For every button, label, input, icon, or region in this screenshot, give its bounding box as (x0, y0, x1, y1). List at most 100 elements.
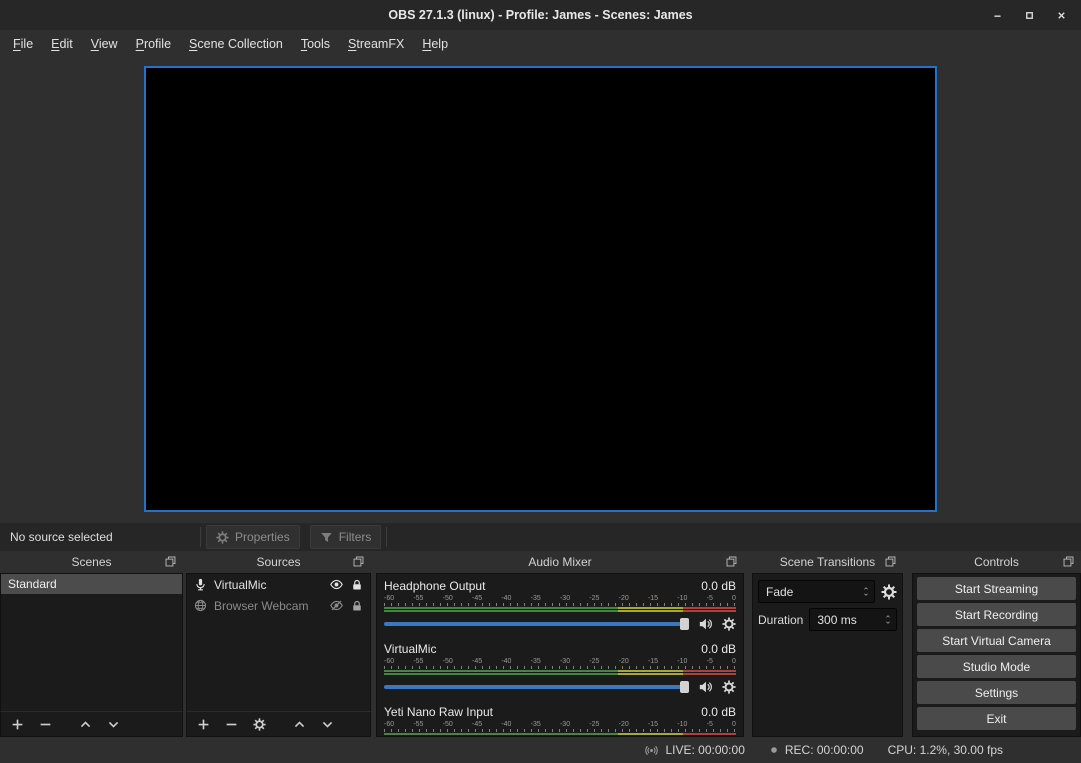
meter-scale-labels: -60-55-50-45-40-35-30-25-20-15-10-50 (384, 657, 736, 666)
volume-slider[interactable] (384, 617, 689, 631)
transition-selected-value: Fade (759, 585, 858, 599)
source-item-browser-webcam[interactable]: Browser Webcam (187, 595, 370, 616)
controls-title: Controls (974, 555, 1019, 569)
dock-float-icon[interactable] (1063, 556, 1074, 567)
volume-slider[interactable] (384, 680, 689, 694)
live-time: LIVE: 00:00:00 (665, 743, 744, 757)
remove-source-icon[interactable] (225, 718, 238, 731)
duration-spinner[interactable] (880, 614, 896, 625)
dock-float-icon[interactable] (353, 556, 364, 567)
volume-slider-handle[interactable] (680, 681, 689, 693)
lock-icon[interactable] (351, 600, 363, 612)
source-label: VirtualMic (214, 578, 266, 592)
dock-float-icon[interactable] (165, 556, 176, 567)
rec-status: REC: 00:00:00 (769, 743, 864, 757)
menu-help[interactable]: Help (413, 33, 457, 55)
move-source-up-icon[interactable] (293, 718, 306, 731)
gear-icon[interactable] (722, 680, 736, 694)
dock-float-icon[interactable] (726, 556, 737, 567)
channel-level-db: 0.0 dB (701, 642, 736, 656)
close-icon[interactable] (1056, 10, 1067, 21)
menu-profile[interactable]: Profile (127, 33, 180, 55)
menu-streamfx[interactable]: StreamFX (339, 33, 413, 55)
scenes-list: Standard (0, 573, 183, 711)
start-virtual-camera-button[interactable]: Start Virtual Camera (917, 629, 1076, 652)
controls-panel: Controls Start Streaming Start Recording… (912, 551, 1081, 737)
duration-spinbox[interactable]: 300 ms (809, 608, 897, 631)
sources-panel: Sources VirtualMic Browser Webcam (186, 551, 371, 737)
source-properties-gear-icon[interactable] (253, 718, 266, 731)
channel-name: VirtualMic (384, 642, 436, 656)
add-scene-icon[interactable] (11, 718, 24, 731)
sources-list: VirtualMic Browser Webcam (186, 573, 371, 711)
source-toolbar: No source selected Properties Filters (0, 523, 1081, 551)
source-item-virtualmic[interactable]: VirtualMic (187, 574, 370, 595)
lock-icon[interactable] (351, 579, 363, 591)
menu-bar: File Edit View Profile Scene Collection … (0, 30, 1081, 57)
speaker-mute-icon[interactable] (698, 680, 713, 694)
start-streaming-button[interactable]: Start Streaming (917, 577, 1076, 600)
gear-icon[interactable] (722, 617, 736, 631)
start-recording-button[interactable]: Start Recording (917, 603, 1076, 626)
audio-mixer-header: Audio Mixer (376, 551, 744, 573)
speaker-mute-icon[interactable] (698, 617, 713, 631)
rec-time: REC: 00:00:00 (785, 743, 864, 757)
preview-canvas[interactable] (144, 66, 937, 512)
mixer-channel-yeti-nano: Yeti Nano Raw Input 0.0 dB -60-55-50-45-… (384, 704, 736, 737)
transition-gear-icon[interactable] (881, 584, 897, 600)
scene-transitions-body: Fade Duration 300 ms (752, 573, 903, 737)
mixer-channel-headphone-output: Headphone Output 0.0 dB -60-55-50-45-40-… (384, 578, 736, 633)
separator (386, 527, 387, 547)
menu-file[interactable]: File (4, 33, 42, 55)
scene-label: Standard (8, 577, 57, 591)
move-source-down-icon[interactable] (321, 718, 334, 731)
volume-meter (384, 607, 736, 612)
window-title: OBS 27.1.3 (linux) - Profile: James - Sc… (388, 8, 692, 22)
dock-float-icon[interactable] (885, 556, 896, 567)
visibility-eye-icon[interactable] (329, 578, 344, 591)
menu-scene-collection[interactable]: Scene Collection (180, 33, 292, 55)
sources-header: Sources (186, 551, 371, 573)
studio-mode-button[interactable]: Studio Mode (917, 655, 1076, 678)
meter-tick-marks (384, 603, 736, 606)
filter-icon (320, 531, 333, 544)
combo-spinner[interactable] (858, 586, 874, 597)
properties-label: Properties (235, 530, 290, 544)
scene-transitions-panel: Scene Transitions Fade Duration 300 ms (752, 551, 903, 737)
menu-view[interactable]: View (82, 33, 127, 55)
add-source-icon[interactable] (197, 718, 210, 731)
settings-button[interactable]: Settings (917, 681, 1076, 704)
preview-area (0, 57, 1081, 523)
scenes-toolbar (0, 711, 183, 737)
move-scene-down-icon[interactable] (107, 718, 120, 731)
meter-tick-marks (384, 729, 736, 732)
volume-slider-handle[interactable] (680, 618, 689, 630)
menu-tools[interactable]: Tools (292, 33, 339, 55)
scenes-header: Scenes (0, 551, 183, 573)
transition-select[interactable]: Fade (758, 580, 875, 603)
move-scene-up-icon[interactable] (79, 718, 92, 731)
filters-button[interactable]: Filters (310, 525, 382, 549)
channel-level-db: 0.0 dB (701, 579, 736, 593)
microphone-icon (194, 578, 207, 591)
meter-scale-labels: -60-55-50-45-40-35-30-25-20-15-10-50 (384, 594, 736, 603)
scene-item-standard[interactable]: Standard (1, 574, 182, 594)
globe-icon (194, 599, 207, 612)
channel-name: Yeti Nano Raw Input (384, 705, 493, 719)
exit-button[interactable]: Exit (917, 707, 1076, 730)
visibility-eye-slash-icon[interactable] (329, 599, 344, 612)
chevron-up-icon (884, 614, 892, 619)
chevron-up-icon (862, 586, 870, 591)
maximize-icon[interactable] (1024, 10, 1035, 21)
mixer-channel-virtualmic: VirtualMic 0.0 dB -60-55-50-45-40-35-30-… (384, 641, 736, 696)
source-label: Browser Webcam (214, 599, 308, 613)
status-bar: LIVE: 00:00:00 REC: 00:00:00 CPU: 1.2%, … (0, 737, 1081, 763)
remove-scene-icon[interactable] (39, 718, 52, 731)
controls-header: Controls (912, 551, 1081, 573)
properties-button[interactable]: Properties (206, 525, 300, 549)
minimize-icon[interactable] (992, 10, 1003, 21)
chevron-down-icon (862, 592, 870, 597)
menu-edit[interactable]: Edit (42, 33, 82, 55)
source-status-text: No source selected (0, 530, 200, 544)
dock-area: Scenes Standard Sources VirtualMic (0, 551, 1081, 737)
